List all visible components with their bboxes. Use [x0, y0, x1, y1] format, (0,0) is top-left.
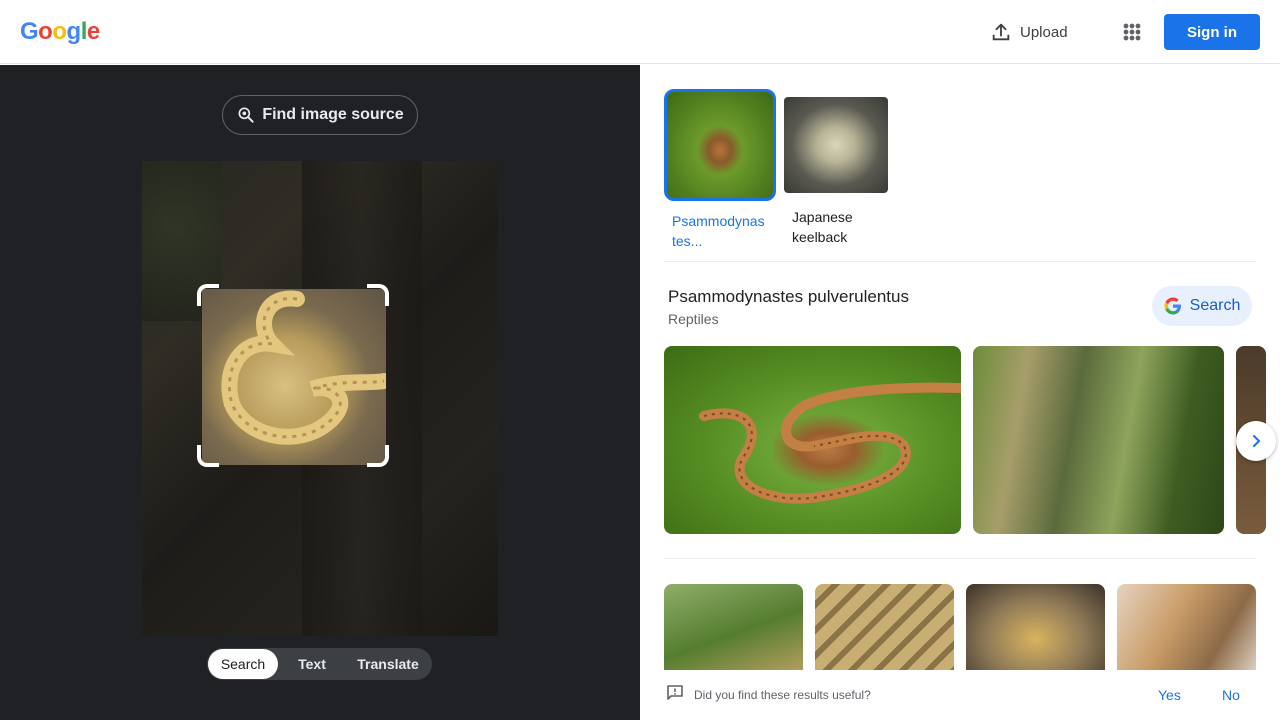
- selected-crop-region[interactable]: [202, 289, 392, 465]
- divider: [664, 261, 1256, 262]
- chip-thumbnail: [784, 97, 888, 193]
- snake-illustration: [221, 290, 392, 445]
- entity-chip-psammodynastes[interactable]: Psammodynas tes...: [664, 89, 776, 251]
- tab-text[interactable]: Text: [278, 649, 346, 679]
- result-image[interactable]: [966, 584, 1105, 684]
- image-preview-panel: Find image source Search Text Translate: [0, 65, 640, 720]
- results-panel: Psammodynas tes... Japanese keelback Psa…: [640, 65, 1280, 720]
- tab-search[interactable]: Search: [208, 649, 278, 679]
- entity-search-label: Search: [1189, 297, 1241, 314]
- result-image[interactable]: [973, 346, 1224, 534]
- chip-label: Japanese keelback: [792, 209, 853, 245]
- result-image[interactable]: [1117, 584, 1256, 684]
- logo-letter: G: [20, 18, 39, 45]
- uploaded-image: [142, 161, 498, 636]
- lens-search-icon: [238, 107, 254, 123]
- snake-illustration: [699, 382, 961, 504]
- entity-search-button[interactable]: Search: [1152, 286, 1252, 326]
- chip-label: Psammodynas tes...: [672, 213, 765, 249]
- entity-chip-japanese-keelback[interactable]: Japanese keelback: [784, 89, 896, 247]
- google-logo[interactable]: Google: [20, 18, 100, 46]
- feedback-yes-button[interactable]: Yes: [1158, 687, 1181, 703]
- carousel-next-button[interactable]: [1236, 421, 1276, 461]
- upload-icon: [992, 23, 1010, 41]
- header: Google Upload Sign in: [0, 0, 1280, 64]
- find-image-source-button[interactable]: Find image source: [222, 95, 418, 135]
- sign-in-button[interactable]: Sign in: [1164, 14, 1260, 50]
- feedback-no-button[interactable]: No: [1222, 687, 1240, 703]
- apps-button[interactable]: [1118, 18, 1146, 46]
- feedback-bar: Did you find these results useful? Yes N…: [640, 670, 1280, 720]
- crop-handle-bottom-left[interactable]: [197, 445, 219, 467]
- crop-handle-top-right[interactable]: [367, 284, 389, 306]
- upload-button[interactable]: Upload: [990, 18, 1068, 46]
- result-image[interactable]: [815, 584, 954, 684]
- feedback-question: Did you find these results useful?: [694, 688, 871, 702]
- logo-letter: o: [52, 18, 67, 45]
- chip-thumbnail: [664, 89, 776, 201]
- upload-label: Upload: [1020, 23, 1068, 41]
- feedback-icon: [667, 685, 683, 700]
- crop-handle-bottom-right[interactable]: [367, 445, 389, 467]
- logo-letter: e: [86, 18, 100, 45]
- entity-subtitle: Reptiles: [668, 311, 719, 327]
- result-image[interactable]: [664, 346, 961, 534]
- crop-handle-top-left[interactable]: [197, 284, 219, 306]
- result-image[interactable]: [664, 584, 803, 684]
- logo-letter: g: [66, 18, 82, 45]
- chevron-right-icon: [1253, 435, 1261, 447]
- apps-grid-icon: [1123, 23, 1141, 41]
- tab-translate[interactable]: Translate: [346, 649, 430, 679]
- logo-letter: o: [38, 18, 53, 45]
- mode-tabs: Search Text Translate: [207, 648, 432, 680]
- entity-title[interactable]: Psammodynastes pulverulentus: [668, 287, 909, 307]
- find-image-source-label: Find image source: [262, 106, 404, 123]
- google-g-icon: [1164, 297, 1181, 315]
- divider: [664, 558, 1256, 559]
